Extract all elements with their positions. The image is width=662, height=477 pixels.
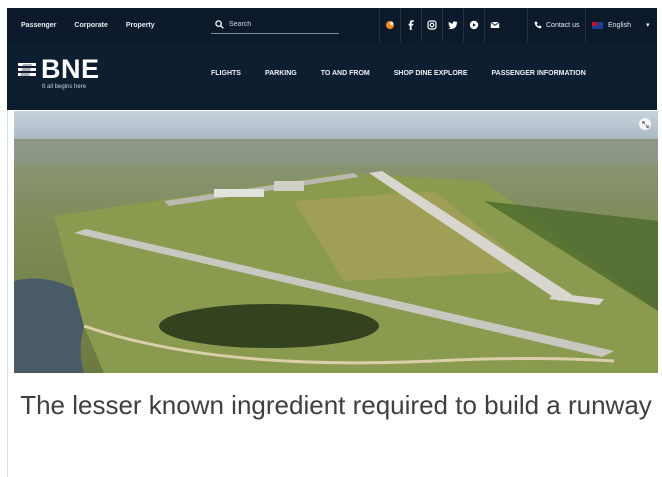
shuffle-icon[interactable] xyxy=(379,8,400,42)
main-navigation: BNE It all begins here FLIGHTS PARKING T… xyxy=(7,42,657,110)
page-edge-line xyxy=(7,110,8,477)
audience-link-corporate[interactable]: Corporate xyxy=(74,22,107,29)
article-headline: The lesser known ingredient required to … xyxy=(20,390,652,420)
nav-link-to-and-from[interactable]: TO AND FROM xyxy=(321,70,370,77)
nav-link-flights[interactable]: FLIGHTS xyxy=(211,70,241,77)
email-icon[interactable] xyxy=(484,8,505,42)
contact-us-link[interactable]: Contact us xyxy=(527,8,579,42)
expand-image-button[interactable] xyxy=(639,118,651,130)
instagram-icon[interactable] xyxy=(421,8,442,42)
social-icons xyxy=(379,8,505,42)
facebook-icon[interactable] xyxy=(400,8,421,42)
chevron-down-icon: ▾ xyxy=(645,22,650,29)
search-box[interactable] xyxy=(211,16,339,34)
hero-image xyxy=(14,111,658,373)
logo-mark-icon xyxy=(18,62,36,77)
language-selector[interactable]: English ▾ xyxy=(585,8,649,42)
contact-us-label: Contact us xyxy=(546,21,580,29)
nav-link-parking[interactable]: PARKING xyxy=(265,70,297,77)
primary-nav-links: FLIGHTS PARKING TO AND FROM SHOP DINE EX… xyxy=(211,70,586,77)
logo-text: BNE xyxy=(41,54,100,84)
australia-flag-icon xyxy=(592,21,603,29)
expand-icon xyxy=(641,120,649,128)
audience-link-passenger[interactable]: Passenger xyxy=(21,22,56,29)
airport-aerial-illustration xyxy=(14,111,658,373)
nav-link-shop-dine-explore[interactable]: SHOP DINE EXPLORE xyxy=(394,70,468,77)
utility-bar: Passenger Corporate Property Contact us xyxy=(7,8,657,42)
audience-link-property[interactable]: Property xyxy=(126,22,155,29)
logo-tagline: It all begins here xyxy=(42,84,87,90)
site-logo[interactable]: BNE xyxy=(17,56,100,83)
twitter-icon[interactable] xyxy=(442,8,463,42)
search-icon xyxy=(215,20,224,29)
phone-icon xyxy=(534,21,542,29)
search-input[interactable] xyxy=(229,21,329,28)
language-label: English xyxy=(608,21,631,29)
nav-link-passenger-information[interactable]: PASSENGER INFORMATION xyxy=(492,70,586,77)
youtube-icon[interactable] xyxy=(463,8,484,42)
audience-links: Passenger Corporate Property xyxy=(7,22,155,29)
